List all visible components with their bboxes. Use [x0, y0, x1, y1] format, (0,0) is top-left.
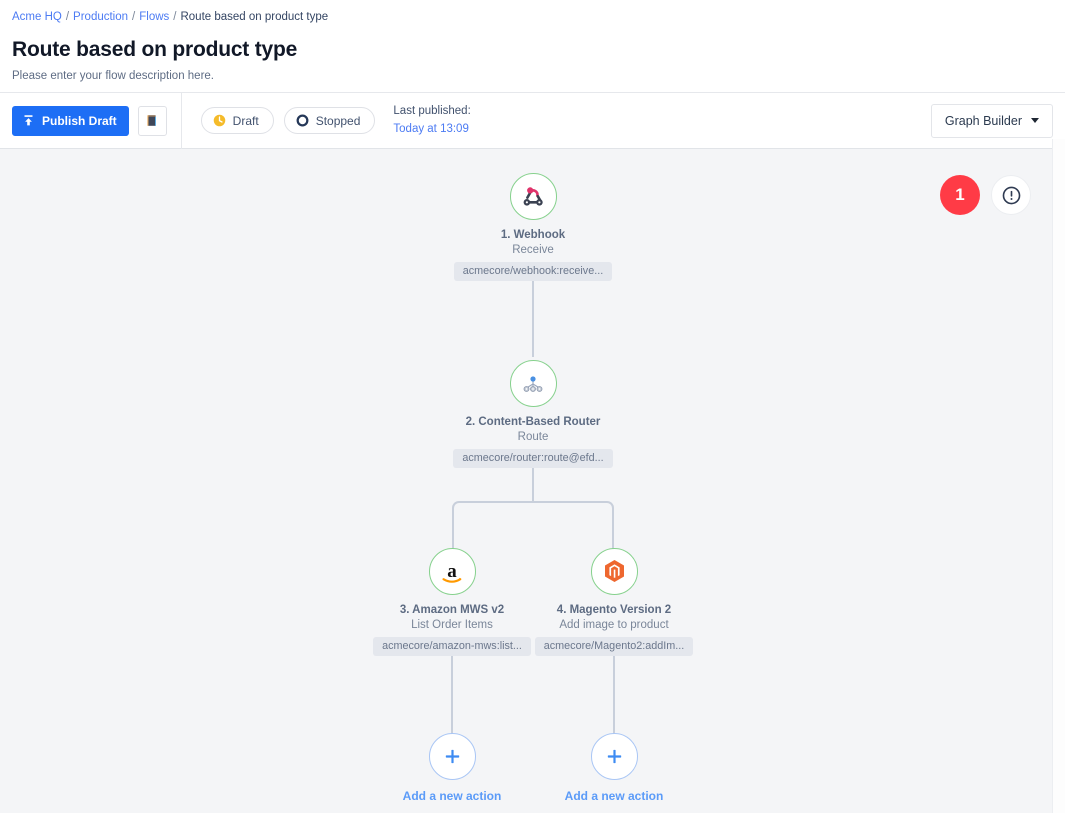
flow-node-amazon-chip[interactable]: acmecore/amazon-mws:list...: [373, 637, 531, 656]
publish-draft-button[interactable]: Publish Draft: [12, 105, 129, 136]
last-published-label: Last published:: [393, 105, 471, 117]
breadcrumb-item-current: Route based on product type: [180, 11, 329, 23]
status-badge-draft[interactable]: Draft: [200, 107, 274, 134]
plus-icon: [604, 746, 625, 767]
flow-node-router-icon-circle[interactable]: [509, 360, 557, 407]
trash-icon: [145, 113, 159, 128]
router-tree-icon: [520, 371, 546, 397]
breadcrumb-separator: /: [173, 11, 177, 23]
flow-node-webhook-icon-circle[interactable]: [509, 173, 557, 220]
plus-icon: [442, 746, 463, 767]
stop-octagon-icon: [296, 114, 309, 127]
upload-icon: [22, 114, 35, 127]
breadcrumb-item-acme-hq[interactable]: Acme HQ: [12, 11, 62, 23]
exclamation-circle-icon: [1001, 185, 1022, 206]
add-action-magento-branch[interactable]: Add a new action: [514, 733, 714, 803]
view-selector-button[interactable]: Graph Builder: [930, 103, 1053, 138]
breadcrumb-separator: /: [65, 11, 70, 23]
flow-node-webhook-title: 1. Webhook: [500, 229, 566, 241]
magento-icon: [601, 558, 628, 585]
breadcrumb: Acme HQ / Production / Flows / Route based on …: [12, 6, 1053, 25]
breadcrumb-item-flows[interactable]: Flows: [139, 11, 169, 23]
connector-webhook-router: [532, 275, 534, 357]
flow-node-router-subtitle: Route: [517, 431, 549, 443]
last-published-timestamp[interactable]: Today at 13:09: [393, 122, 470, 138]
webhook-icon: [519, 183, 547, 211]
view-selector-label: Graph Builder: [944, 113, 1022, 128]
flow-node-webhook[interactable]: 1. Webhook Receive acmecore/webhook:rece…: [433, 173, 633, 286]
status-pill-group: Draft Stopped: [182, 107, 376, 134]
page-header: Acme HQ / Production / Flows / Route based on …: [0, 0, 1065, 92]
status-badge-draft-label: Draft: [232, 113, 259, 128]
flow-node-router-title: 2. Content-Based Router: [465, 416, 601, 428]
svg-text:a: a: [447, 561, 457, 582]
flow-node-router[interactable]: 2. Content-Based Router Route acmecore/r…: [433, 360, 633, 473]
flow-node-magento[interactable]: 4. Magento Version 2 Add image to produc…: [514, 548, 714, 661]
flow-node-magento-chip[interactable]: acmecore/Magento2:addIm...: [534, 637, 694, 656]
toolbar-actions-group: Publish Draft: [12, 92, 182, 149]
error-count-badge[interactable]: 1: [940, 175, 980, 215]
publish-draft-label: Publish Draft: [42, 113, 117, 128]
delete-flow-button[interactable]: [137, 105, 167, 136]
flow-node-magento-subtitle: Add image to product: [559, 619, 669, 631]
flow-node-magento-title: 4. Magento Version 2: [556, 604, 672, 616]
add-action-button-left[interactable]: [428, 733, 476, 780]
flow-node-webhook-subtitle: Receive: [512, 244, 554, 256]
flow-info-button[interactable]: [991, 175, 1031, 215]
breadcrumb-separator: /: [132, 11, 136, 23]
chevron-down-icon: [1031, 118, 1039, 123]
canvas-scrollbar-gutter[interactable]: [1052, 139, 1065, 813]
flow-canvas[interactable]: 1 1. Webhook Receive acmecore/webhook:re…: [0, 149, 1052, 813]
flow-node-webhook-chip[interactable]: acmecore/webhook:receive...: [453, 262, 613, 281]
page-title: Route based on product type: [12, 38, 298, 61]
toolbar: Publish Draft Draft Stopped Last publish…: [0, 92, 1065, 149]
connector-magento-add: [613, 649, 615, 734]
connector-branch-split: [452, 501, 614, 549]
flow-node-amazon-icon-circle[interactable]: a: [428, 548, 476, 595]
status-badge-stopped-label: Stopped: [315, 113, 361, 128]
clock-icon: [213, 114, 226, 127]
amazon-icon: a: [437, 557, 467, 587]
add-action-button-right[interactable]: [590, 733, 638, 780]
flow-node-router-chip[interactable]: acmecore/router:route@efd...: [453, 449, 613, 468]
status-badge-stopped[interactable]: Stopped: [283, 107, 376, 134]
breadcrumb-item-production[interactable]: Production: [73, 11, 128, 23]
last-published-block: Last published: Today at 13:09: [393, 104, 470, 137]
add-action-label-right[interactable]: Add a new action: [514, 789, 714, 803]
page-description[interactable]: Please enter your flow description here.: [12, 70, 1053, 82]
flow-node-magento-icon-circle[interactable]: [590, 548, 638, 595]
connector-amazon-add: [451, 649, 453, 734]
